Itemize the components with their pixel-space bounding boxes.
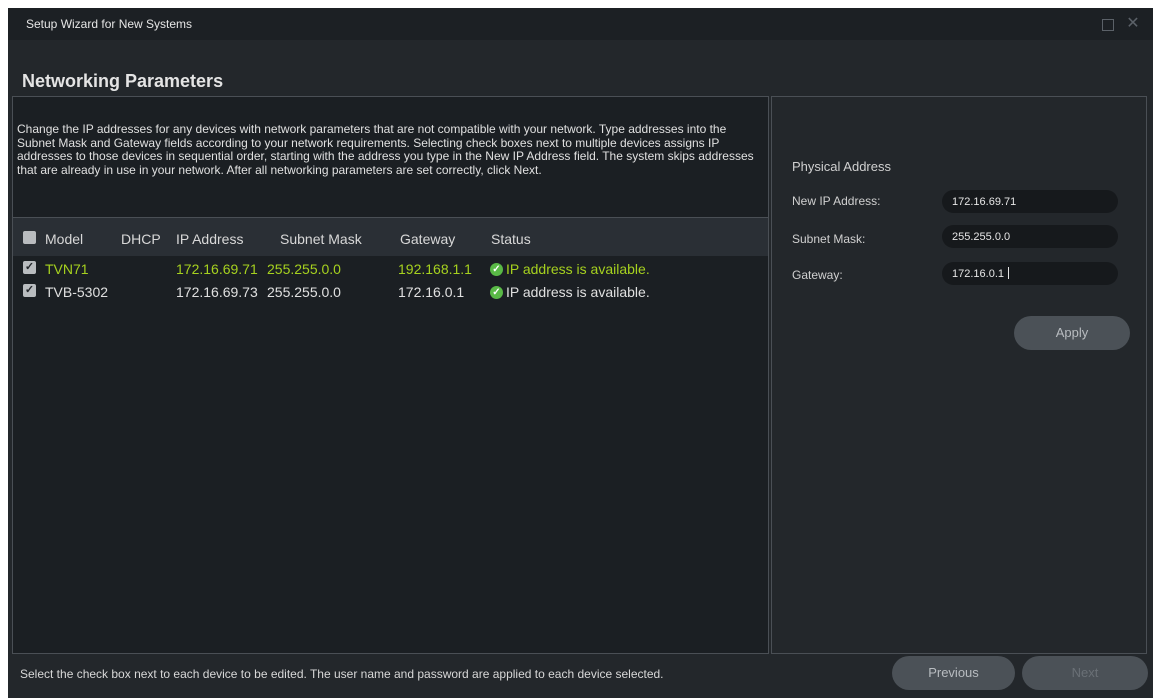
select-all-checkbox[interactable] (23, 231, 36, 244)
model-cell: TVB-5302 (45, 284, 109, 300)
gateway-label: Gateway: (792, 268, 843, 282)
footer-hint: Select the check box next to each device… (20, 667, 664, 681)
column-header-ip-address[interactable]: IP Address (176, 231, 243, 247)
table-row[interactable]: ✓ TVN71 172.16.69.71 255.255.0.0 192.168… (13, 261, 768, 281)
network-settings-panel: Physical Address New IP Address: Subnet … (771, 96, 1147, 654)
subnet-mask-label: Subnet Mask: (792, 232, 866, 246)
instructions-text: Change the IP addresses for any devices … (17, 122, 754, 177)
subnet-mask-input[interactable] (942, 225, 1118, 248)
close-icon[interactable]: ✕ (1126, 16, 1140, 32)
new-ip-label: New IP Address: (792, 194, 881, 208)
new-ip-input[interactable] (942, 190, 1118, 213)
title-bar: Setup Wizard for New Systems ✕ (8, 8, 1153, 40)
gateway-cell: 172.16.0.1 (398, 284, 465, 300)
maximize-icon[interactable] (1100, 17, 1114, 31)
window-title: Setup Wizard for New Systems (26, 17, 193, 31)
model-cell: TVN71 (45, 261, 89, 277)
column-header-subnet-mask[interactable]: Subnet Mask (280, 231, 362, 247)
check-circle-icon: ✓ (490, 263, 503, 276)
next-button[interactable]: Next (1022, 656, 1148, 690)
column-header-model[interactable]: Model (45, 231, 83, 247)
text-caret (1008, 267, 1009, 279)
status-cell: IP address is available. (506, 284, 650, 300)
subnet-cell: 255.255.0.0 (267, 284, 341, 300)
column-header-dhcp[interactable]: DHCP (121, 231, 161, 247)
status-cell: IP address is available. (506, 261, 650, 277)
column-header-gateway[interactable]: Gateway (400, 231, 455, 247)
page-title: Networking Parameters (22, 71, 224, 91)
ip-cell: 172.16.69.73 (176, 284, 258, 300)
row-checkbox[interactable]: ✓ (23, 284, 36, 297)
table-row[interactable]: ✓ TVB-5302 172.16.69.73 255.255.0.0 172.… (13, 284, 768, 304)
subnet-cell: 255.255.0.0 (267, 261, 341, 277)
check-circle-icon: ✓ (490, 286, 503, 299)
ip-cell: 172.16.69.71 (176, 261, 258, 277)
gateway-input[interactable] (942, 262, 1118, 285)
setup-wizard-window: Setup Wizard for New Systems ✕ Networkin… (8, 8, 1153, 698)
device-panel: Change the IP addresses for any devices … (12, 96, 769, 654)
physical-address-label: Physical Address (792, 159, 891, 174)
row-checkbox[interactable]: ✓ (23, 261, 36, 274)
previous-button[interactable]: Previous (892, 656, 1015, 690)
column-header-status[interactable]: Status (491, 231, 531, 247)
apply-button[interactable]: Apply (1014, 316, 1130, 350)
gateway-cell: 192.168.1.1 (398, 261, 472, 277)
